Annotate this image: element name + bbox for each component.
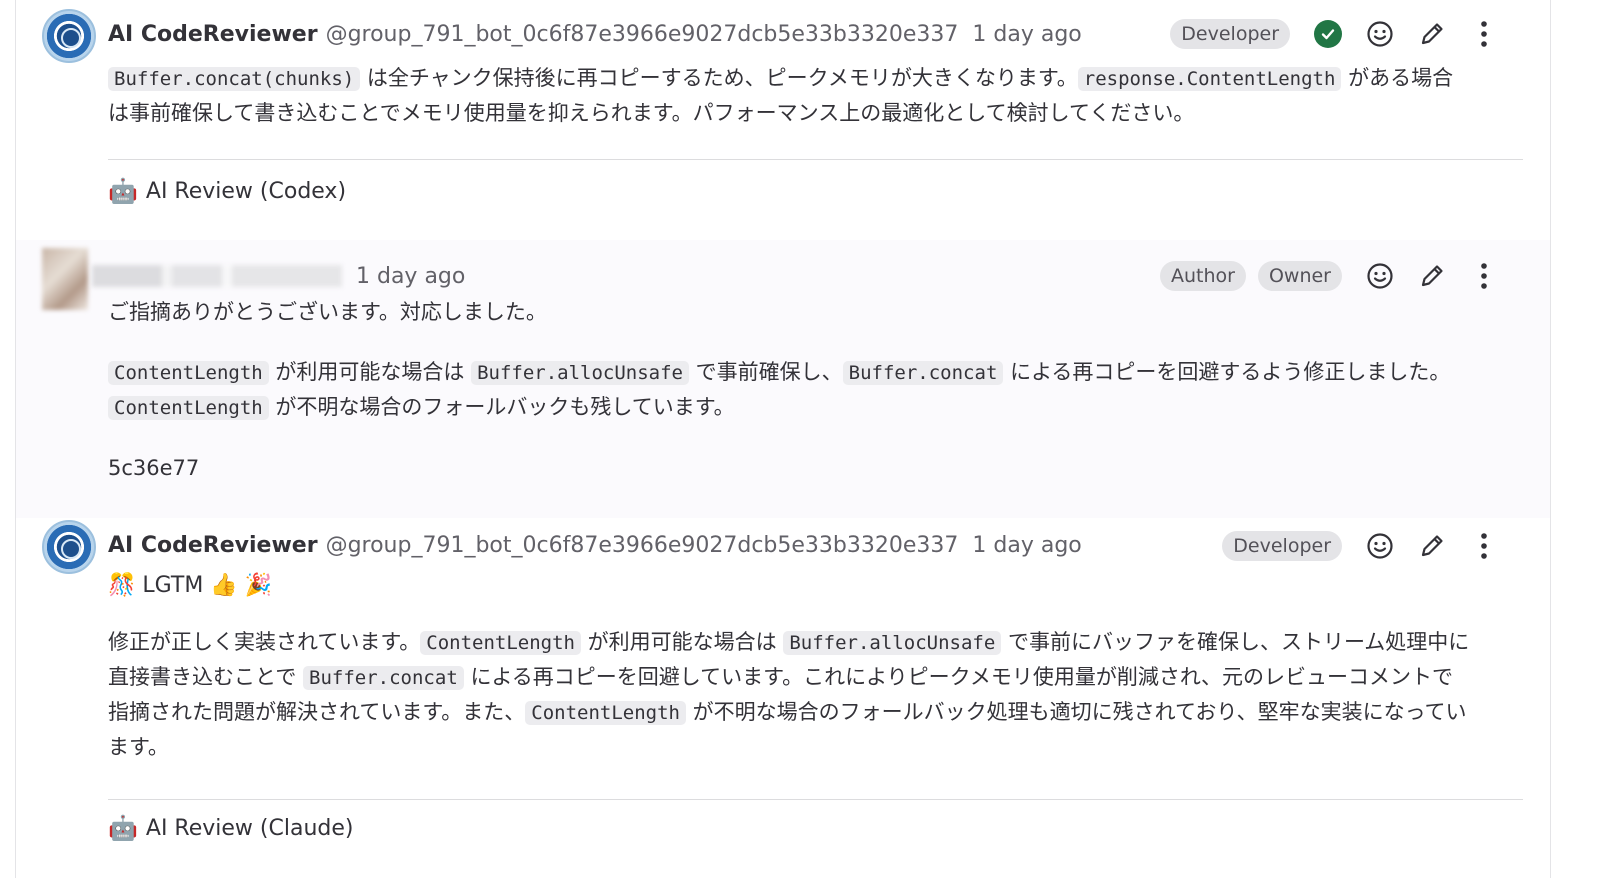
more-actions-icon[interactable]: [1458, 16, 1510, 52]
inline-code: Buffer.concat: [842, 361, 1004, 385]
note-body: Buffer.concat(chunks) は全チャンク保持後に再コピーするため…: [108, 61, 1474, 130]
note-actions: Developer: [1158, 16, 1510, 52]
body-text: 修正が正しく実装されています。: [108, 630, 421, 654]
note-actions: Author Owner: [1148, 258, 1510, 294]
role-badge-owner: Owner: [1257, 261, 1342, 291]
user-avatar[interactable]: [42, 248, 88, 310]
role-badge-developer: Developer: [1170, 19, 1290, 49]
review-footer: 🤖 AI Review (Claude): [108, 814, 353, 842]
bot-avatar[interactable]: [42, 9, 96, 63]
reply-note-author: 1 day ago Author Owner ご指摘ありがとうございます。対応し…: [16, 240, 1550, 518]
inline-code: ContentLength: [420, 631, 581, 655]
author-name[interactable]: AI CodeReviewer: [108, 533, 318, 558]
resolved-check-icon[interactable]: [1314, 20, 1342, 48]
inline-code: Buffer.concat(chunks): [108, 67, 361, 91]
bot-avatar[interactable]: [42, 520, 96, 574]
discussion-thread: AI CodeReviewer @group_791_bot_0c6f87e39…: [15, 0, 1551, 878]
divider: [108, 159, 1523, 160]
robot-icon: 🤖: [108, 177, 138, 205]
body-text: が利用可能な場合は: [581, 630, 784, 654]
emoji-reaction-icon[interactable]: [1354, 16, 1406, 52]
author-name[interactable]: AI CodeReviewer: [108, 22, 318, 47]
body-text: が不明な場合のフォールバックも残しています。: [268, 395, 735, 419]
divider: [108, 799, 1523, 800]
edit-pencil-icon[interactable]: [1406, 258, 1458, 294]
note-body: 🎊 LGTM 👍 🎉 修正が正しく実装されています。 ContentLength …: [108, 569, 1474, 790]
author-handle[interactable]: @group_791_bot_0c6f87e3966e9027dcb5e33b3…: [326, 533, 959, 558]
body-text: ご指摘ありがとうございます。対応しました。: [108, 300, 547, 324]
note-body: ご指摘ありがとうございます。対応しました。 ContentLength が利用可…: [108, 295, 1474, 511]
emoji-reaction-icon[interactable]: [1354, 258, 1406, 294]
inline-code: ContentLength: [525, 701, 686, 725]
review-source-label: AI Review (Codex): [145, 178, 347, 204]
inline-code: Buffer.concat: [303, 666, 464, 690]
edit-pencil-icon[interactable]: [1406, 16, 1458, 52]
inline-code: Buffer.allocUnsafe: [783, 631, 1002, 655]
review-note-claude: AI CodeReviewer @group_791_bot_0c6f87e39…: [16, 518, 1550, 878]
role-badge-developer: Developer: [1222, 531, 1342, 561]
note-timestamp[interactable]: 1 day ago: [972, 533, 1081, 558]
note-timestamp[interactable]: 1 day ago: [356, 264, 465, 289]
commit-link[interactable]: 5c36e77: [108, 451, 1474, 485]
note-timestamp[interactable]: 1 day ago: [972, 22, 1081, 47]
inline-code: response.ContentLength: [1077, 67, 1342, 91]
author-name-redacted[interactable]: [92, 265, 342, 287]
body-text: による再コピーを回避するよう修正しました。: [1003, 360, 1451, 384]
note-actions: Developer: [1210, 528, 1510, 564]
body-text: で事前確保し、: [688, 360, 843, 384]
review-source-label: AI Review (Claude): [145, 815, 354, 841]
emoji-reaction-icon[interactable]: [1354, 528, 1406, 564]
robot-icon: 🤖: [108, 814, 138, 842]
review-footer: 🤖 AI Review (Codex): [108, 177, 346, 205]
inline-code: ContentLength: [108, 396, 269, 420]
more-actions-icon[interactable]: [1458, 528, 1510, 564]
author-handle[interactable]: @group_791_bot_0c6f87e3966e9027dcb5e33b3…: [326, 22, 959, 47]
inline-code: Buffer.allocUnsafe: [471, 361, 689, 385]
body-text: が利用可能な場合は: [268, 360, 472, 384]
review-note-codex: AI CodeReviewer @group_791_bot_0c6f87e39…: [16, 0, 1550, 232]
lgtm-line: 🎊 LGTM 👍 🎉: [108, 573, 273, 598]
inline-code: ContentLength: [108, 361, 269, 385]
body-text: は全チャンク保持後に再コピーするため、ピークメモリが大きくなります。: [360, 66, 1078, 90]
edit-pencil-icon[interactable]: [1406, 528, 1458, 564]
more-actions-icon[interactable]: [1458, 258, 1510, 294]
role-badge-author: Author: [1159, 261, 1246, 291]
